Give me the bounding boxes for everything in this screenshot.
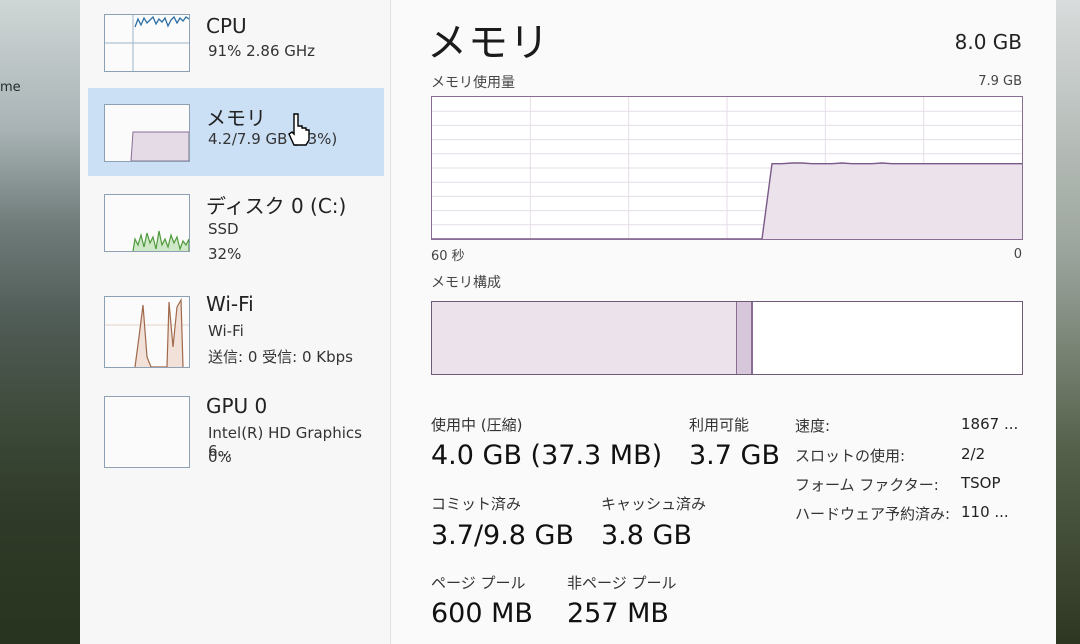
sidebar-item-sub: Wi-Fi [208,322,244,340]
wifi-thumbnail [104,296,190,368]
in-use-value: 4.0 GB (37.3 MB) [431,440,663,471]
cpu-thumbnail [104,14,190,72]
sidebar-item-cpu[interactable]: CPU 91% 2.86 GHz [88,0,384,88]
sidebar-item-title: GPU 0 [206,394,268,418]
nonpaged-pool-label: 非ページ プール [567,574,677,592]
sidebar-item-wifi[interactable]: Wi-Fi Wi-Fi 送信: 0 受信: 0 Kbps [88,288,384,376]
spec-slots-label: スロットの使用: [795,447,906,465]
spec-speed-label: 速度: [795,417,831,435]
memory-mini-graph [130,131,189,161]
sidebar-item-title: CPU [206,14,247,38]
memory-total: 8.0 GB [954,30,1022,54]
committed-value: 3.7/9.8 GB [431,520,575,551]
in-use-label: 使用中 (圧縮) [431,416,523,434]
spec-slots-value: 2/2 [961,445,986,463]
memory-usage-graph [431,96,1023,240]
disk-mini-graph [132,230,189,251]
sidebar-item-sub: Intel(R) HD Graphics 6... [208,424,362,460]
composition-divider [752,302,753,374]
performance-sidebar: CPU 91% 2.86 GHz メモリ 4.2/7.9 GB (53%) ディ… [80,0,391,644]
page-title: メモリ [427,20,550,66]
sidebar-item-disk[interactable]: ディスク 0 (C:) SSD 32% [88,184,384,272]
available-value: 3.7 GB [689,440,780,471]
committed-label: コミット済み [431,495,522,513]
disk-thumbnail [104,194,190,252]
composition-in-use [432,302,736,374]
memory-usage-chart [432,97,1022,240]
gpu-thumbnail [104,396,190,468]
axis-right-label: 0 [1013,247,1022,262]
spec-form-factor-label: フォーム ファクター: [795,476,939,494]
desktop-background-right [1056,0,1080,644]
cpu-mini-graph [105,15,189,71]
desktop-icon-label: me [0,80,21,95]
desktop-background: me [0,0,80,644]
cached-label: キャッシュ済み [601,495,707,513]
task-manager-window: CPU 91% 2.86 GHz メモリ 4.2/7.9 GB (53%) ディ… [80,0,1056,644]
usage-graph-max: 7.9 GB [978,74,1022,89]
spec-reserved-value: 110 ... [961,503,1009,521]
nonpaged-pool-value: 257 MB [567,598,669,629]
sidebar-item-title: メモリ [206,106,266,130]
sidebar-item-title: ディスク 0 (C:) [206,194,347,218]
sidebar-item-sub: 4.2/7.9 GB (53%) [208,130,338,148]
memory-detail-panel: メモリ 8.0 GB メモリ使用量 7.9 GB 60 秒 0 メモリ構成 使用… [391,0,1056,644]
sidebar-item-memory[interactable]: メモリ 4.2/7.9 GB (53%) [88,88,384,176]
sidebar-item-sub: 91% 2.86 GHz [208,42,316,60]
spec-form-factor-value: TSOP [961,474,1001,492]
spec-reserved-label: ハードウェア予約済み: [795,505,951,523]
composition-label: メモリ構成 [431,275,501,291]
spec-speed-value: 1867 ... [961,415,1019,433]
sidebar-item-gpu[interactable]: GPU 0 Intel(R) HD Graphics 6... 0% [88,390,384,478]
hand-cursor-icon [288,113,310,146]
usage-graph-label: メモリ使用量 [431,75,515,91]
sidebar-item-sub2: 送信: 0 受信: 0 Kbps [208,348,353,366]
memory-thumbnail [104,104,190,162]
cached-value: 3.8 GB [601,520,692,551]
axis-left-label: 60 秒 [431,249,465,264]
memory-composition-bar [431,301,1023,375]
paged-pool-label: ページ プール [431,574,526,592]
paged-pool-value: 600 MB [431,598,533,629]
sidebar-item-title: Wi-Fi [206,292,254,316]
sidebar-item-sub2: 32% [208,245,242,263]
sidebar-item-sub2: 0% [208,448,232,466]
available-label: 利用可能 [689,416,750,434]
wifi-mini-graph [105,297,189,367]
composition-modified [736,302,752,374]
sidebar-item-sub: SSD [208,220,239,238]
